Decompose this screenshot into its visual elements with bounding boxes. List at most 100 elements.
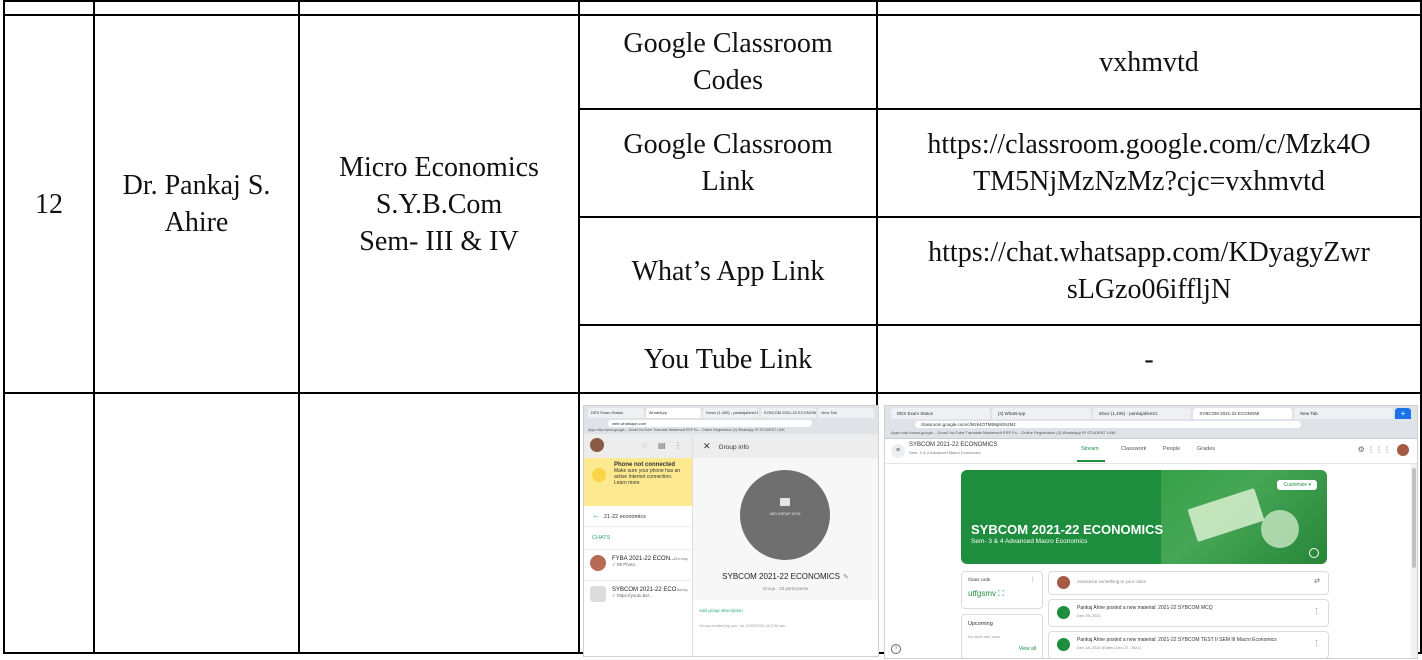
- browser-tab: Inbox (1,405) - pankajahire21: [1092, 408, 1192, 419]
- address-bar: web.whatsapp.com: [608, 420, 812, 427]
- browser-tab: New Tab: [1294, 408, 1393, 419]
- more-icon: ⋮: [1030, 577, 1036, 583]
- link-type-line2: Codes: [693, 65, 763, 96]
- group-info-panel: ✕ Group info ADD GROUP ICON SYBCOM 2021-2…: [693, 434, 878, 656]
- browser-tab: DES Exam Status: [891, 408, 990, 419]
- whatsapp-screenshot: DES Exam Status WhatsApp Inbox (1,405) -…: [583, 405, 879, 657]
- chat-list-panel: ◌ ▤ ⋮ Phone not connected Make sure your…: [584, 434, 693, 656]
- subject-line2: S.Y.B.Com: [375, 188, 503, 220]
- table-row: 12 Dr. Pankaj S. Ahire Micro Economics S…: [3, 14, 1422, 394]
- tab-classwork: Classwork: [1121, 446, 1147, 452]
- link-type-line2: Link: [701, 166, 755, 197]
- bookmarks-bar: Apps http://www.google... Gmail YouTube …: [588, 428, 785, 432]
- announce-box: Announce something to your class ⇄: [1048, 571, 1329, 595]
- classroom-link-line2[interactable]: TM5NjMzNzMz?cjc=vxhmvtd: [878, 163, 1420, 200]
- class-name: SYBCOM 2021-22 ECONOMICS: [909, 442, 998, 448]
- hamburger-icon: ≡: [891, 444, 905, 458]
- browser-tab: (3) WhatsApp: [991, 408, 1091, 419]
- browser-tab: SYBCOM 2021-22 ECONOMI: [1193, 408, 1293, 419]
- bookmarks-bar: Apps http://www.google... Gmail YouTube …: [891, 430, 1116, 435]
- whatsapp-link-line2[interactable]: sLGzo06iffljN: [878, 271, 1420, 308]
- class-code: utfgsmv ⛶: [968, 589, 1004, 598]
- subject-cell: Micro Economics S.Y.B.Com Sem- III & IV: [298, 14, 580, 394]
- more-icon: ⋮: [1313, 608, 1320, 615]
- list-item: Pankaj Ahire posted a new material: 2021…: [1048, 599, 1329, 627]
- browser-tab: Inbox (1,405) - pankajahire21: [703, 408, 759, 418]
- browser-tab: New Tab: [818, 408, 874, 418]
- new-tab-icon: +: [1394, 408, 1411, 419]
- address-bar: classroom.google.com/c/Mzk4OTM5NjMzNzMz: [915, 421, 1301, 428]
- repost-icon: ⇄: [1314, 578, 1320, 585]
- active-tab-indicator: [1077, 460, 1105, 462]
- browser-tab: DES Exam Status: [588, 408, 644, 418]
- teacher-cell: Dr. Pankaj S. Ahire: [93, 14, 300, 394]
- classroom-link-cell[interactable]: https://classroom.google.com/c/Mzk4O TM5…: [876, 108, 1422, 218]
- classroom-header: ≡ SYBCOM 2021-22 ECONOMICS Sem- 3 & 4 Ad…: [885, 439, 1417, 464]
- edit-icon: ✎: [842, 574, 849, 581]
- warning-body: Make sure your phone has an active Inter…: [614, 468, 681, 480]
- new-chat-icon: ▤: [658, 441, 666, 450]
- whatsapp-link-line1[interactable]: https://chat.whatsapp.com/KDyagyZwr: [878, 234, 1420, 271]
- link-type-cell: Google Classroom Codes: [578, 14, 878, 110]
- subject-line3: Sem- III & IV: [359, 225, 519, 257]
- group-icon-placeholder: ADD GROUP ICON: [740, 470, 830, 560]
- link-type-line1: Google Classroom: [623, 129, 833, 160]
- apps-grid-icon: ⋮⋮⋮: [1367, 445, 1391, 455]
- browser-chrome: DES Exam Status (3) WhatsApp Inbox (1,40…: [885, 406, 1417, 439]
- youtube-link-cell: -: [876, 324, 1422, 394]
- phone-warning: Phone not connected Make sure your phone…: [584, 458, 692, 506]
- class-section: Sem- 3 & 4 Advanced Macro Economics: [909, 450, 981, 455]
- subject-line1: Micro Economics: [339, 151, 539, 183]
- link-type-cell: Google Classroom Link: [578, 108, 878, 218]
- menu-icon: ⋮: [674, 441, 682, 450]
- sr-no-cell: 12: [3, 14, 95, 394]
- chat-avatar: [590, 555, 606, 571]
- table-row-previous: [3, 0, 1422, 16]
- group-participants: Group · 33 participants: [762, 586, 809, 591]
- coin-illustration: [1261, 510, 1299, 548]
- avatar: [1397, 444, 1409, 456]
- customize-button: Customize ▾: [1277, 480, 1317, 490]
- teacher-name-line1: Dr. Pankaj S.: [122, 170, 271, 201]
- link-type-cell: You Tube Link: [578, 324, 878, 394]
- avatar: [1057, 576, 1070, 589]
- group-name: SYBCOM 2021-22 ECONOMICS ✎: [722, 572, 849, 581]
- camera-icon: [780, 498, 790, 506]
- chat-search: ← 21-22 economics: [584, 506, 692, 527]
- list-item: FYBA 2021-22 ECON... ✓ 89 Photo Monday: [584, 549, 692, 580]
- chats-label: CHATS: [592, 535, 611, 541]
- teacher-name-line2: Ahire: [164, 207, 229, 238]
- info-icon: [1309, 548, 1319, 558]
- more-icon: ⋮: [1313, 640, 1320, 647]
- tab-grades: Grades: [1197, 446, 1216, 452]
- back-arrow-icon: ←: [592, 511, 600, 520]
- settings-icon: ⚙: [1357, 445, 1365, 455]
- browser-chrome: DES Exam Status WhatsApp Inbox (1,405) -…: [584, 406, 878, 435]
- material-icon: [1057, 638, 1070, 651]
- banner-title: SYBCOM 2021-22 ECONOMICS: [971, 522, 1164, 537]
- classroom-code-cell: vxhmvtd: [876, 14, 1422, 110]
- help-icon: ?: [891, 644, 901, 654]
- whatsapp-link-cell[interactable]: https://chat.whatsapp.com/KDyagyZwr sLGz…: [876, 216, 1422, 326]
- warning-link: Learn more: [614, 480, 640, 486]
- list-item: Pankaj Ahire posted a new material: 2021…: [1048, 631, 1329, 658]
- link-type-line1: Google Classroom: [623, 28, 833, 59]
- class-code-card: Class code ⋮ utfgsmv ⛶: [961, 571, 1043, 609]
- scrollbar: [1411, 464, 1417, 658]
- avatar: [590, 438, 604, 452]
- classroom-screenshot: DES Exam Status (3) WhatsApp Inbox (1,40…: [884, 405, 1418, 659]
- classroom-link-line1[interactable]: https://classroom.google.com/c/Mzk4O: [878, 126, 1420, 163]
- banner-subtitle: Sem- 3 & 4 Advanced Macro Economics: [971, 538, 1088, 545]
- browser-tab: WhatsApp: [645, 408, 702, 418]
- chat-avatar: [590, 586, 606, 602]
- list-item: SYBCOM 2021-22 ECO... ✓ https://youtu.be…: [584, 580, 692, 611]
- group-description: Add group description Group created by y…: [693, 600, 878, 656]
- group-info-title: Group info: [718, 444, 749, 451]
- browser-tab: SYBCOM 2021-22 ECONOMICS: [760, 408, 817, 418]
- upcoming-card: Upcoming No work due soon View all: [961, 614, 1043, 658]
- document-page: 12 Dr. Pankaj S. Ahire Micro Economics S…: [0, 0, 1422, 660]
- tab-stream: Stream: [1081, 446, 1099, 452]
- link-type-cell: What’s App Link: [578, 216, 878, 326]
- tab-people: People: [1163, 446, 1181, 452]
- close-icon: ✕: [703, 441, 711, 451]
